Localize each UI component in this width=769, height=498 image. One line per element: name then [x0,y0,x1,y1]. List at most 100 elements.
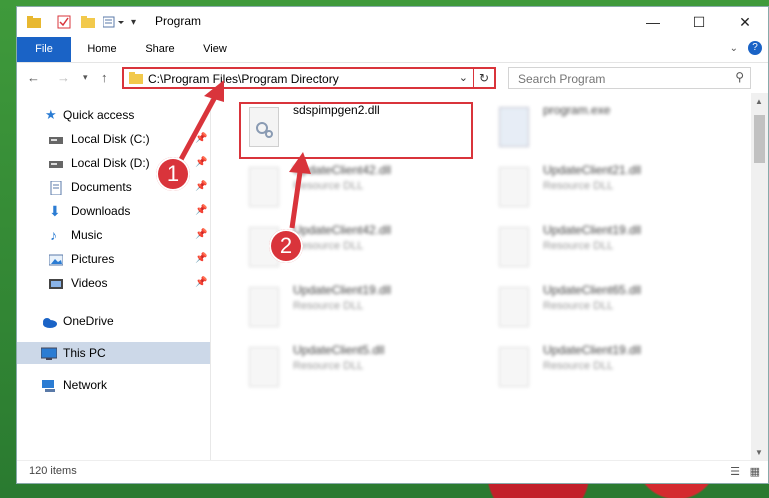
file-name: UpdateClient5.dll [293,343,385,357]
pin-icon[interactable]: 📌 [195,128,207,150]
maximize-icon[interactable]: ☐ [676,7,722,37]
address-bar[interactable]: C:\Program Files\Program Directory ⌄ ↻ [122,67,496,89]
ribbon: File Home Share View ⌄ ? [17,37,768,87]
pin-icon[interactable]: 📌 [195,152,207,174]
file-type: Resource DLL [543,300,614,312]
list-item[interactable]: UpdateClient19.dll Resource DLL [241,283,481,333]
disk-icon [49,132,63,146]
exe-file-icon [499,107,529,147]
file-name: UpdateClient42.dll [293,223,392,237]
callout-badge-1: 1 [156,157,190,191]
search-box[interactable]: ⚲ [508,67,751,89]
minimize-icon[interactable]: — [630,7,676,37]
file-highlight-box [239,102,473,159]
file-type: Resource DLL [293,240,364,252]
file-name: program.exe [543,103,611,117]
file-name: UpdateClient19.dll [543,223,642,237]
back-icon[interactable]: ← [27,70,40,85]
up-icon[interactable]: ↑ [101,70,108,85]
videos-icon [49,276,63,290]
window-title: Program [155,14,202,28]
file-name: UpdateClient19.dll [293,283,392,297]
dll-file-icon [249,347,279,387]
forward-icon[interactable]: → [57,70,70,85]
sidebar-item-local-disk-c[interactable]: Local Disk (C:) 📌 [17,128,210,150]
pin-icon[interactable]: 📌 [195,224,207,246]
list-item[interactable]: UpdateClient42.dll Resource DLL [241,163,481,213]
sidebar-item-videos[interactable]: Videos 📌 [17,272,210,294]
large-icons-view-icon[interactable]: ▦ [750,465,760,478]
file-name: UpdateClient42.dll [293,163,392,177]
network-icon [41,378,55,392]
star-icon: ★ [45,107,57,122]
pc-icon [40,346,58,360]
sidebar-item-downloads[interactable]: ⬇ Downloads 📌 [17,200,210,222]
view-options-icon[interactable] [103,14,125,30]
pictures-icon [48,252,64,266]
sidebar-item-this-pc[interactable]: This PC [17,342,210,364]
dll-file-icon [499,227,529,267]
vertical-scrollbar[interactable]: ▲ ▼ [751,93,768,461]
address-path[interactable]: C:\Program Files\Program Directory [148,72,339,86]
navigation-bar: ← → ▾ ↑ C:\Program Files\Program Directo… [17,62,768,93]
file-type: Resource DLL [543,360,614,372]
tab-view[interactable]: View [195,37,235,61]
scroll-down-icon[interactable]: ▼ [755,448,763,457]
customize-toolbar-icon[interactable]: ▾ [131,14,136,30]
documents-icon [49,180,63,196]
pin-icon[interactable]: 📌 [195,248,207,270]
folder-icon [27,14,41,30]
refresh-icon[interactable]: ↻ [473,69,494,87]
status-bar: 120 items ☰ ▦ [17,460,768,483]
sidebar-item-onedrive[interactable]: OneDrive [17,310,210,332]
file-type: Resource DLL [293,360,364,372]
file-explorer-window: ▾ Program — ☐ ✕ File Home Share View ⌄ ?… [16,6,769,484]
dll-file-icon [499,167,529,207]
sidebar-item-quick-access[interactable]: ★ Quick access [17,104,210,126]
list-item[interactable]: UpdateClient5.dll Resource DLL [241,343,481,393]
search-icon[interactable]: ⚲ [735,70,744,84]
dll-file-icon [249,287,279,327]
list-item[interactable]: UpdateClient19.dll Resource DLL [491,223,731,273]
file-type: Resource DLL [293,180,364,192]
callout-badge-2: 2 [269,229,303,263]
properties-icon[interactable] [57,14,71,30]
pin-icon[interactable]: 📌 [195,200,207,222]
pin-icon[interactable]: 📌 [195,176,207,198]
file-type: Resource DLL [543,180,614,192]
list-item[interactable]: UpdateClient19.dll Resource DLL [491,343,731,393]
search-input[interactable] [516,71,730,87]
sidebar-item-pictures[interactable]: Pictures 📌 [17,248,210,270]
close-icon[interactable]: ✕ [722,7,768,37]
new-folder-icon[interactable] [81,14,95,30]
address-dropdown-icon[interactable]: ⌄ [459,71,468,84]
expand-ribbon-icon[interactable]: ⌄ [730,43,738,54]
list-item[interactable]: UpdateClient21.dll Resource DLL [491,163,731,213]
tab-home[interactable]: Home [79,37,125,61]
dll-file-icon [249,167,279,207]
disk-icon [49,156,63,170]
help-icon[interactable]: ? [748,41,762,55]
pin-icon[interactable]: 📌 [195,272,207,294]
file-name: UpdateClient65.dll [543,283,642,297]
download-icon: ⬇ [49,203,61,219]
music-icon: ♪ [50,227,57,243]
scrollbar-thumb[interactable] [754,115,765,163]
item-count: 120 items [29,465,77,477]
sidebar-item-network[interactable]: Network [17,374,210,396]
scroll-up-icon[interactable]: ▲ [755,97,763,106]
details-view-icon[interactable]: ☰ [730,465,740,478]
file-name: UpdateClient21.dll [543,163,642,177]
tab-share[interactable]: Share [137,37,183,61]
navigation-pane: ★ Quick access Local Disk (C:) 📌 Local D… [17,93,211,461]
sidebar-item-music[interactable]: ♪ Music 📌 [17,224,210,246]
title-bar: ▾ Program — ☐ ✕ [17,7,768,37]
list-item[interactable]: program.exe [491,103,731,153]
dll-file-icon [499,287,529,327]
list-item[interactable]: UpdateClient65.dll Resource DLL [491,283,731,333]
address-folder-icon [129,72,143,87]
file-type: Resource DLL [293,300,364,312]
cloud-icon [41,314,57,328]
recent-locations-icon[interactable]: ▾ [83,72,88,83]
file-name: UpdateClient19.dll [543,343,642,357]
